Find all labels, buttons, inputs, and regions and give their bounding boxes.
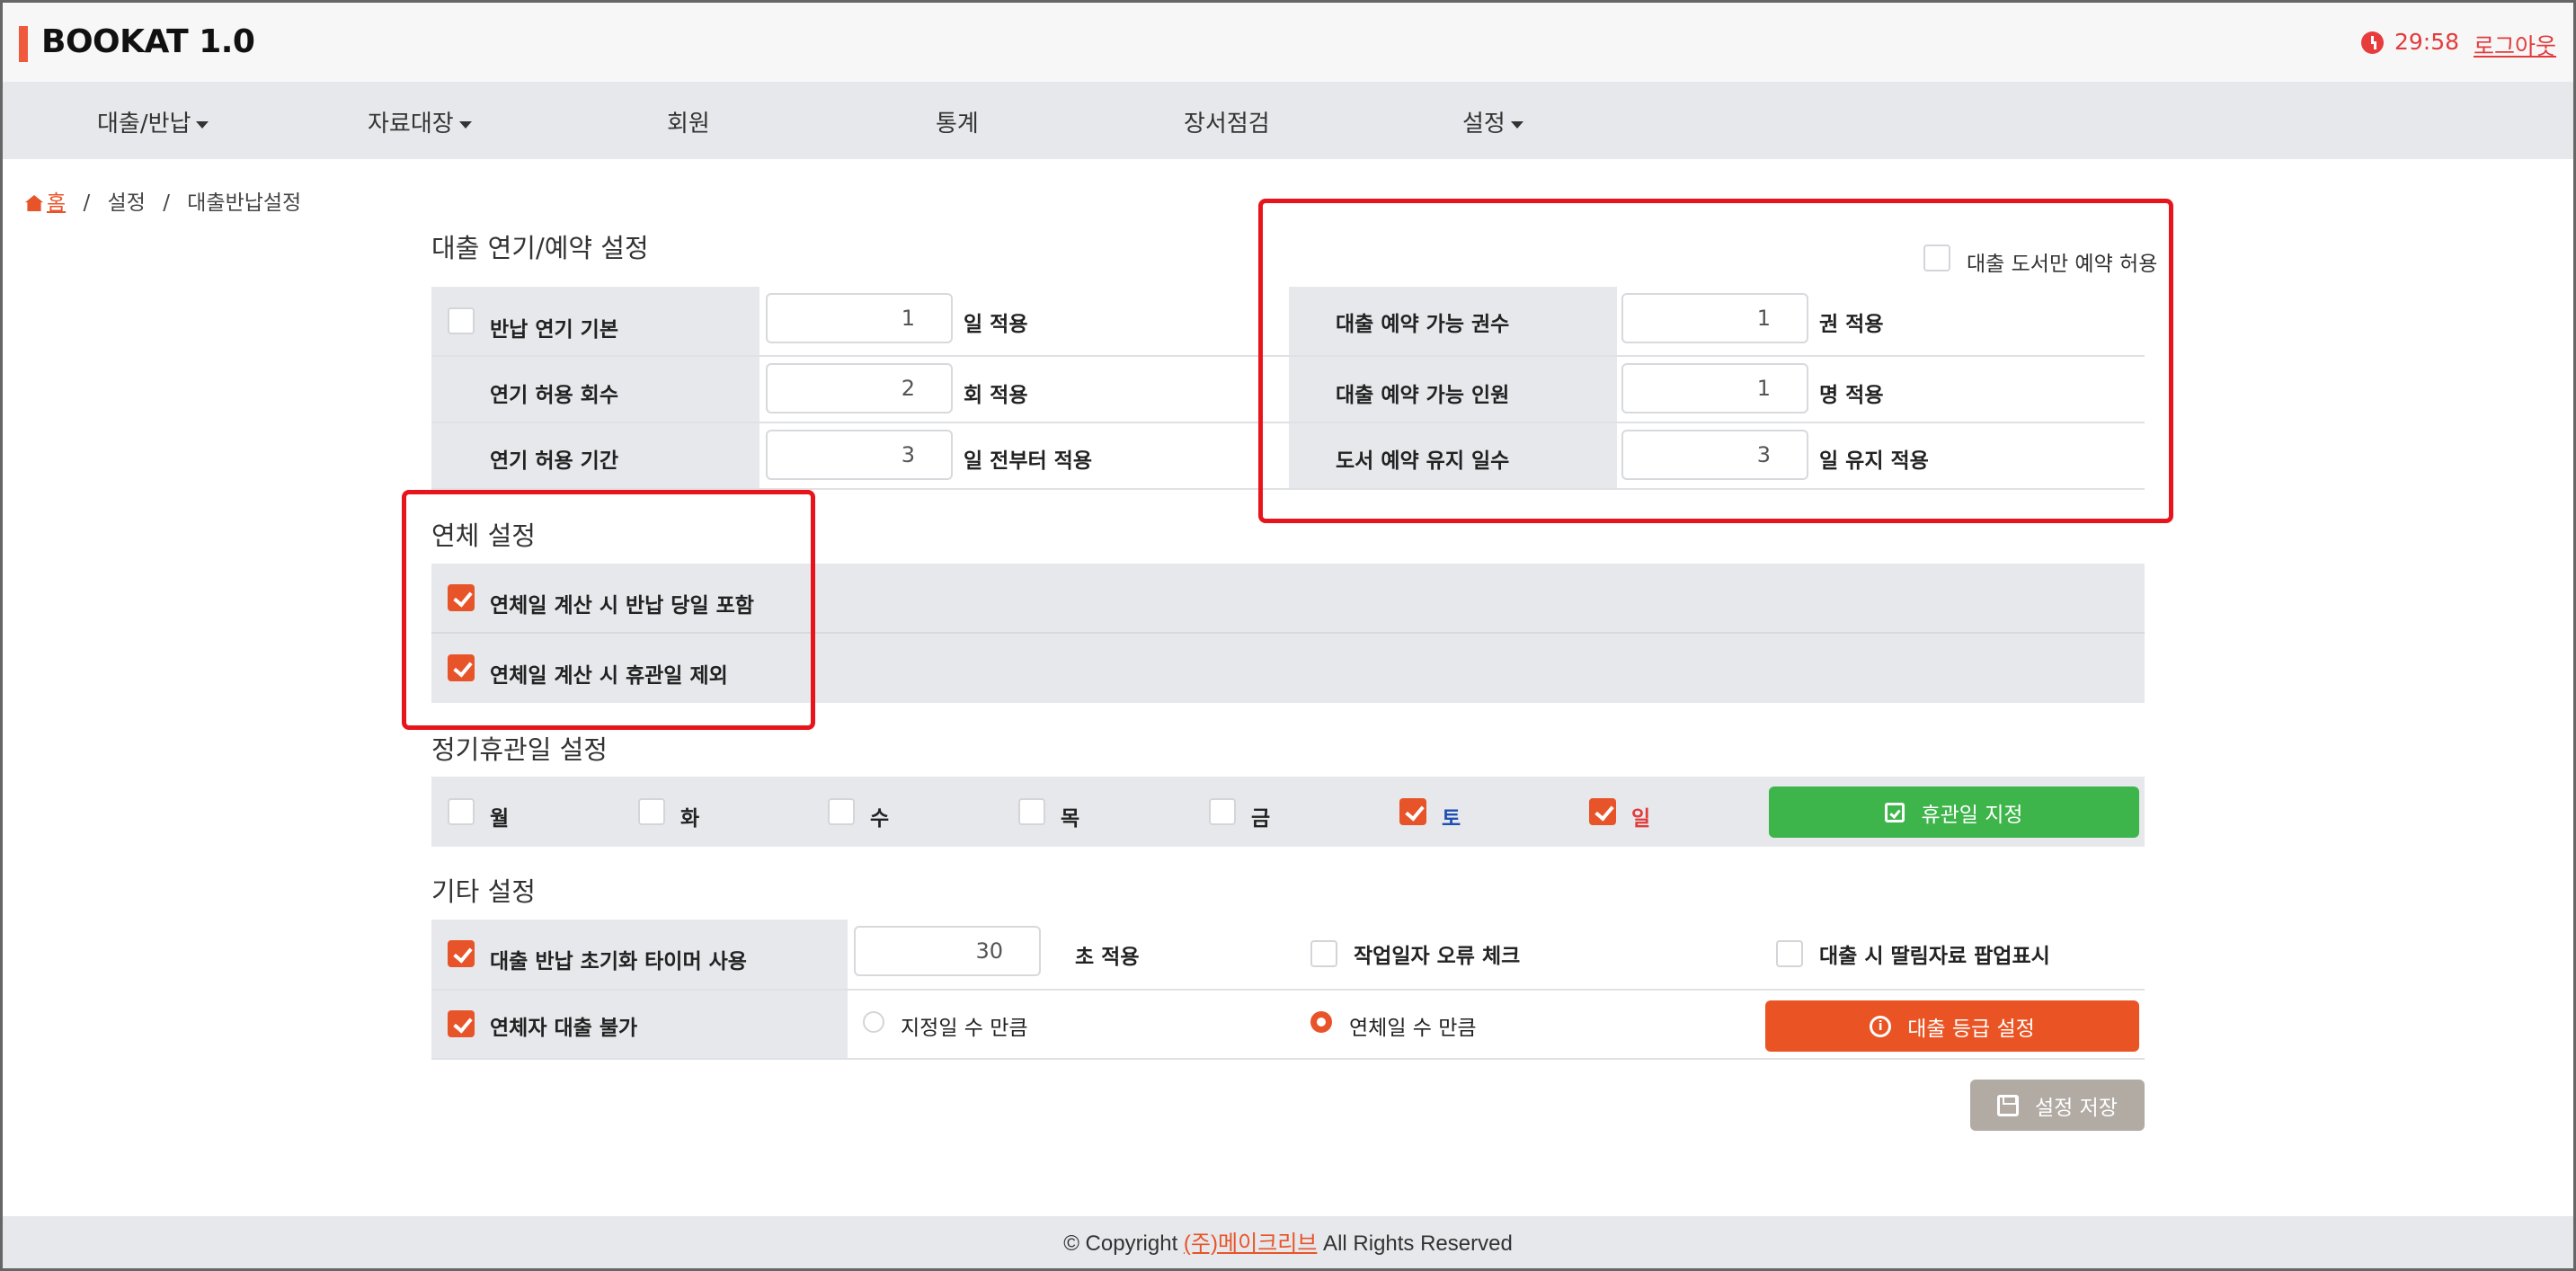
overdue-block-label: 연체자 대출 불가 xyxy=(490,1017,638,1040)
attached-popup-checkbox[interactable] xyxy=(1776,940,1803,967)
logo-accent xyxy=(19,26,28,62)
extension-period-label: 연기 허용 기간 xyxy=(490,449,618,473)
save-settings-button[interactable]: 설정 저장 xyxy=(1970,1080,2145,1131)
holiday-wed-checkbox[interactable] xyxy=(828,798,855,825)
extension-default-input[interactable]: 1 xyxy=(766,293,953,343)
holiday-thu-checkbox[interactable] xyxy=(1018,798,1045,825)
extension-count-suffix: 회 적용 xyxy=(964,384,1028,407)
breadcrumb-separator: / xyxy=(163,191,170,215)
main-nav: 대출/반납 자료대장 회원 통계 장서점검 설정 xyxy=(3,82,2573,159)
radio-overdue-days-label: 연체일 수 만큼 xyxy=(1349,1017,1477,1040)
row-divider xyxy=(431,1058,2145,1060)
nav-item-catalog[interactable]: 자료대장 xyxy=(368,105,472,138)
caret-down-icon xyxy=(196,120,209,129)
footer-company-link[interactable]: (주)메이크리브 xyxy=(1184,1231,1317,1256)
holiday-fri-checkbox[interactable] xyxy=(1209,798,1236,825)
breadcrumb-separator: / xyxy=(83,191,91,215)
nav-item-members[interactable]: 회원 xyxy=(667,105,710,138)
holiday-sun-label: 일 xyxy=(1631,807,1651,831)
logout-link[interactable]: 로그아웃 xyxy=(2474,29,2556,61)
session-timer: 29:58 xyxy=(2394,29,2460,55)
timer-reset-checkbox[interactable] xyxy=(448,940,475,967)
timer-reset-label: 대출 반납 초기화 타이머 사용 xyxy=(490,950,747,973)
nav-item-settings[interactable]: 설정 xyxy=(1462,105,1523,138)
holiday-thu-label: 목 xyxy=(1061,807,1080,831)
calendar-check-icon xyxy=(1885,802,1905,822)
section-title-extension: 대출 연기/예약 설정 xyxy=(431,233,649,263)
timer-reset-input[interactable]: 30 xyxy=(854,926,1041,976)
workdate-check-label: 작업일자 오류 체크 xyxy=(1354,945,1521,968)
nav-item-stats[interactable]: 통계 xyxy=(936,105,979,138)
clock-icon xyxy=(2361,31,2384,54)
radio-designated-days[interactable] xyxy=(863,1011,884,1033)
loan-grade-label: 대출 등급 설정 xyxy=(1907,1017,2035,1041)
holiday-tue-checkbox[interactable] xyxy=(638,798,665,825)
set-holiday-label: 휴관일 지정 xyxy=(1921,803,2023,827)
section-title-holidays: 정기휴관일 설정 xyxy=(431,734,608,765)
highlight-box-overdue xyxy=(402,490,815,730)
holiday-mon-label: 월 xyxy=(490,807,510,831)
holiday-sat-label: 토 xyxy=(1442,807,1461,831)
footer: © Copyright (주)메이크리브 All Rights Reserved xyxy=(3,1216,2573,1268)
extension-default-checkbox[interactable] xyxy=(448,307,475,334)
loan-grade-button[interactable]: i 대출 등급 설정 xyxy=(1765,1000,2139,1052)
holiday-fri-label: 금 xyxy=(1251,807,1271,831)
holiday-mon-checkbox[interactable] xyxy=(448,798,475,825)
breadcrumb-current: 대출반납설정 xyxy=(187,191,302,215)
caret-down-icon xyxy=(1510,120,1523,129)
nav-item-inventory[interactable]: 장서점검 xyxy=(1184,105,1270,138)
holiday-sun-checkbox[interactable] xyxy=(1589,798,1616,825)
row-divider xyxy=(431,989,2145,991)
home-icon xyxy=(25,195,43,211)
extension-default-suffix: 일 적용 xyxy=(964,313,1028,336)
holiday-sat-checkbox[interactable] xyxy=(1399,798,1426,825)
radio-overdue-days[interactable] xyxy=(1310,1011,1332,1033)
extension-period-input[interactable]: 3 xyxy=(766,430,953,480)
extension-count-input[interactable]: 2 xyxy=(766,363,953,413)
timer-reset-suffix: 초 적용 xyxy=(1075,946,1140,969)
app-title: BOOKAT 1.0 xyxy=(41,23,255,60)
footer-copyright: © Copyright xyxy=(1063,1231,1184,1256)
set-holiday-button[interactable]: 휴관일 지정 xyxy=(1769,787,2139,838)
workdate-check-checkbox[interactable] xyxy=(1310,940,1337,967)
extension-count-label: 연기 허용 회수 xyxy=(490,384,618,407)
section-title-etc: 기타 설정 xyxy=(431,876,536,907)
caret-down-icon xyxy=(458,120,472,129)
breadcrumb: 홈 / 설정 / 대출반납설정 xyxy=(25,185,301,216)
attached-popup-label: 대출 시 딸림자료 팝업표시 xyxy=(1819,945,2050,968)
save-icon xyxy=(1997,1094,2020,1116)
radio-designated-days-label: 지정일 수 만큼 xyxy=(901,1017,1028,1040)
extension-period-suffix: 일 전부터 적용 xyxy=(964,449,1092,473)
top-bar xyxy=(3,3,2573,82)
overdue-block-checkbox[interactable] xyxy=(448,1010,475,1037)
info-icon: i xyxy=(1870,1015,1892,1037)
breadcrumb-home[interactable]: 홈 xyxy=(47,191,66,215)
save-settings-label: 설정 저장 xyxy=(2035,1096,2118,1120)
holiday-tue-label: 화 xyxy=(680,807,700,831)
holiday-wed-label: 수 xyxy=(870,807,890,831)
highlight-box-reserve xyxy=(1258,199,2173,523)
footer-rights: All Rights Reserved xyxy=(1317,1231,1513,1256)
extension-default-label: 반납 연기 기본 xyxy=(490,318,618,342)
breadcrumb-settings: 설정 xyxy=(107,191,146,215)
nav-item-loan-return[interactable]: 대출/반납 xyxy=(97,105,209,138)
